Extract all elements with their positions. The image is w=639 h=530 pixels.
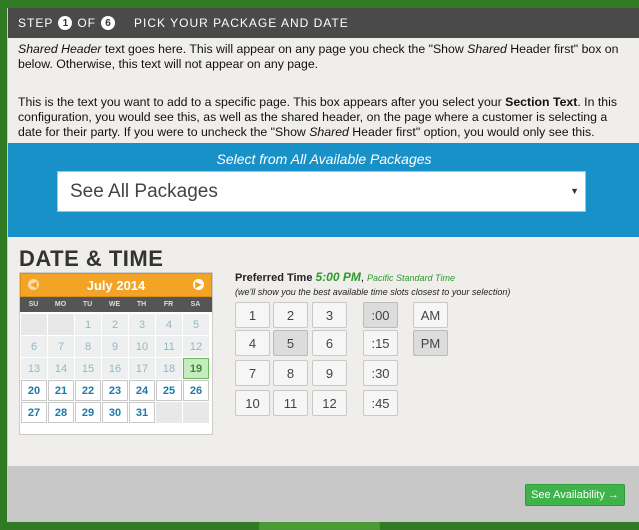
weekday-label: TH bbox=[136, 301, 147, 308]
day-past: 11 bbox=[156, 336, 182, 357]
weekday-label: SA bbox=[190, 301, 201, 308]
shared-em: Shared bbox=[309, 125, 349, 139]
hour-button[interactable]: 8 bbox=[273, 360, 308, 386]
weekday-label: SU bbox=[28, 301, 39, 308]
calendar: ◀ July 2014 ▶ SU MO TU WE TH FR SA 1 2 3 4 5 6 7 8 9 10… bbox=[19, 272, 213, 435]
minute-button[interactable]: :30 bbox=[363, 360, 398, 386]
hour-button[interactable]: 1 bbox=[235, 302, 270, 328]
day-selected[interactable]: 19 bbox=[183, 358, 209, 379]
timezone-label: Pacific Standard Time bbox=[367, 273, 455, 283]
hour-button[interactable]: 10 bbox=[235, 390, 270, 416]
empty-day bbox=[156, 402, 182, 423]
day-available[interactable]: 23 bbox=[102, 380, 128, 401]
day-past: 3 bbox=[129, 314, 155, 335]
empty-day bbox=[183, 402, 209, 423]
shared-header-text: Shared Header text goes here. This will … bbox=[8, 42, 639, 72]
day-past: 17 bbox=[129, 358, 155, 379]
calendar-month: July 2014 bbox=[86, 277, 146, 293]
weekday-label: WE bbox=[108, 301, 121, 308]
weekday-label: TU bbox=[82, 301, 93, 308]
day-past: 14 bbox=[48, 358, 74, 379]
weekday-row: SU MO TU WE TH FR SA bbox=[20, 297, 212, 312]
section-text: This is the text you want to add to a sp… bbox=[8, 95, 639, 140]
section-text-strong: Section Text bbox=[505, 95, 578, 109]
total-steps-badge: 6 bbox=[101, 16, 116, 30]
day-grid: 1 2 3 4 5 6 7 8 9 10 11 12 13 14 15 16 17 18 19 20 21 22 23 24 2… bbox=[20, 312, 212, 425]
day-past: 1 bbox=[75, 314, 101, 335]
hour-button[interactable]: 11 bbox=[273, 390, 308, 416]
preferred-time: Preferred Time 5:00 PM, Pacific Standard… bbox=[235, 270, 511, 297]
date-time-heading: DATE & TIME bbox=[19, 246, 164, 271]
day-available[interactable]: 20 bbox=[21, 380, 47, 401]
day-past: 18 bbox=[156, 358, 182, 379]
empty-day bbox=[21, 314, 47, 335]
ampm-button[interactable]: PM bbox=[413, 330, 448, 356]
text-span: Header first" option, you would only see… bbox=[348, 125, 595, 139]
see-availability-button[interactable]: See Availability → bbox=[525, 484, 625, 506]
day-available[interactable]: 30 bbox=[102, 402, 128, 423]
hour-button[interactable]: 9 bbox=[312, 360, 347, 386]
next-month-icon[interactable]: ▶ bbox=[193, 279, 204, 290]
day-past: 4 bbox=[156, 314, 182, 335]
current-step-badge: 1 bbox=[58, 16, 73, 30]
ampm-button[interactable]: AM bbox=[413, 302, 448, 328]
hour-button[interactable]: 3 bbox=[312, 302, 347, 328]
day-past: 8 bbox=[75, 336, 101, 357]
text-span: This is the text you want to add to a sp… bbox=[18, 95, 506, 109]
day-available[interactable]: 22 bbox=[75, 380, 101, 401]
minute-button[interactable]: :45 bbox=[363, 390, 398, 416]
package-label: Select from All Available Packages bbox=[216, 151, 432, 167]
dropdown-caret-icon: ▼ bbox=[570, 186, 579, 196]
hour-button[interactable]: 12 bbox=[312, 390, 347, 416]
step-bar: STEP 1 OF 6 PICK YOUR PACKAGE AND DATE bbox=[8, 8, 639, 38]
footer-bar: See Availability → bbox=[8, 466, 639, 522]
step-of-label: OF bbox=[77, 16, 97, 30]
day-available[interactable]: 29 bbox=[75, 402, 101, 423]
step-title: PICK YOUR PACKAGE AND DATE bbox=[134, 16, 349, 30]
hour-button[interactable]: 5 bbox=[273, 330, 308, 356]
day-available[interactable]: 21 bbox=[48, 380, 74, 401]
booking-panel: STEP 1 OF 6 PICK YOUR PACKAGE AND DATE S… bbox=[7, 8, 639, 522]
day-past: 13 bbox=[21, 358, 47, 379]
package-select-value: See All Packages bbox=[70, 180, 218, 202]
hour-button[interactable]: 4 bbox=[235, 330, 270, 356]
day-available[interactable]: 31 bbox=[129, 402, 155, 423]
preferred-time-label: Preferred Time bbox=[235, 272, 313, 284]
day-available[interactable]: 25 bbox=[156, 380, 182, 401]
text-span: text goes here. This will appear on any … bbox=[101, 42, 468, 56]
minute-button[interactable]: :00 bbox=[363, 302, 398, 328]
shared-em: Shared bbox=[467, 42, 507, 56]
day-past: 6 bbox=[21, 336, 47, 357]
day-past: 10 bbox=[129, 336, 155, 357]
empty-day bbox=[48, 314, 74, 335]
hour-button[interactable]: 7 bbox=[235, 360, 270, 386]
day-past: 16 bbox=[102, 358, 128, 379]
day-available[interactable]: 26 bbox=[183, 380, 209, 401]
prev-month-icon[interactable]: ◀ bbox=[28, 279, 39, 290]
day-available[interactable]: 24 bbox=[129, 380, 155, 401]
weekday-label: FR bbox=[163, 301, 174, 308]
hour-button[interactable]: 6 bbox=[312, 330, 347, 356]
minute-button[interactable]: :15 bbox=[363, 330, 398, 356]
weekday-label: MO bbox=[54, 301, 67, 308]
preferred-time-value: 5:00 PM bbox=[315, 270, 361, 284]
day-past: 9 bbox=[102, 336, 128, 357]
day-past: 12 bbox=[183, 336, 209, 357]
calendar-header: ◀ July 2014 ▶ bbox=[20, 273, 212, 297]
time-note: (we'll show you the best available time … bbox=[235, 287, 511, 297]
day-past: 5 bbox=[183, 314, 209, 335]
package-band: Select from All Available Packages See A… bbox=[8, 143, 639, 237]
package-select[interactable]: See All Packages ▼ bbox=[57, 171, 586, 212]
day-available[interactable]: 28 bbox=[48, 402, 74, 423]
day-past: 7 bbox=[48, 336, 74, 357]
day-past: 15 bbox=[75, 358, 101, 379]
shared-header-em: Shared Header bbox=[18, 42, 102, 56]
step-label: STEP bbox=[18, 16, 54, 30]
day-available[interactable]: 27 bbox=[21, 402, 47, 423]
day-past: 2 bbox=[102, 314, 128, 335]
hour-button[interactable]: 2 bbox=[273, 302, 308, 328]
